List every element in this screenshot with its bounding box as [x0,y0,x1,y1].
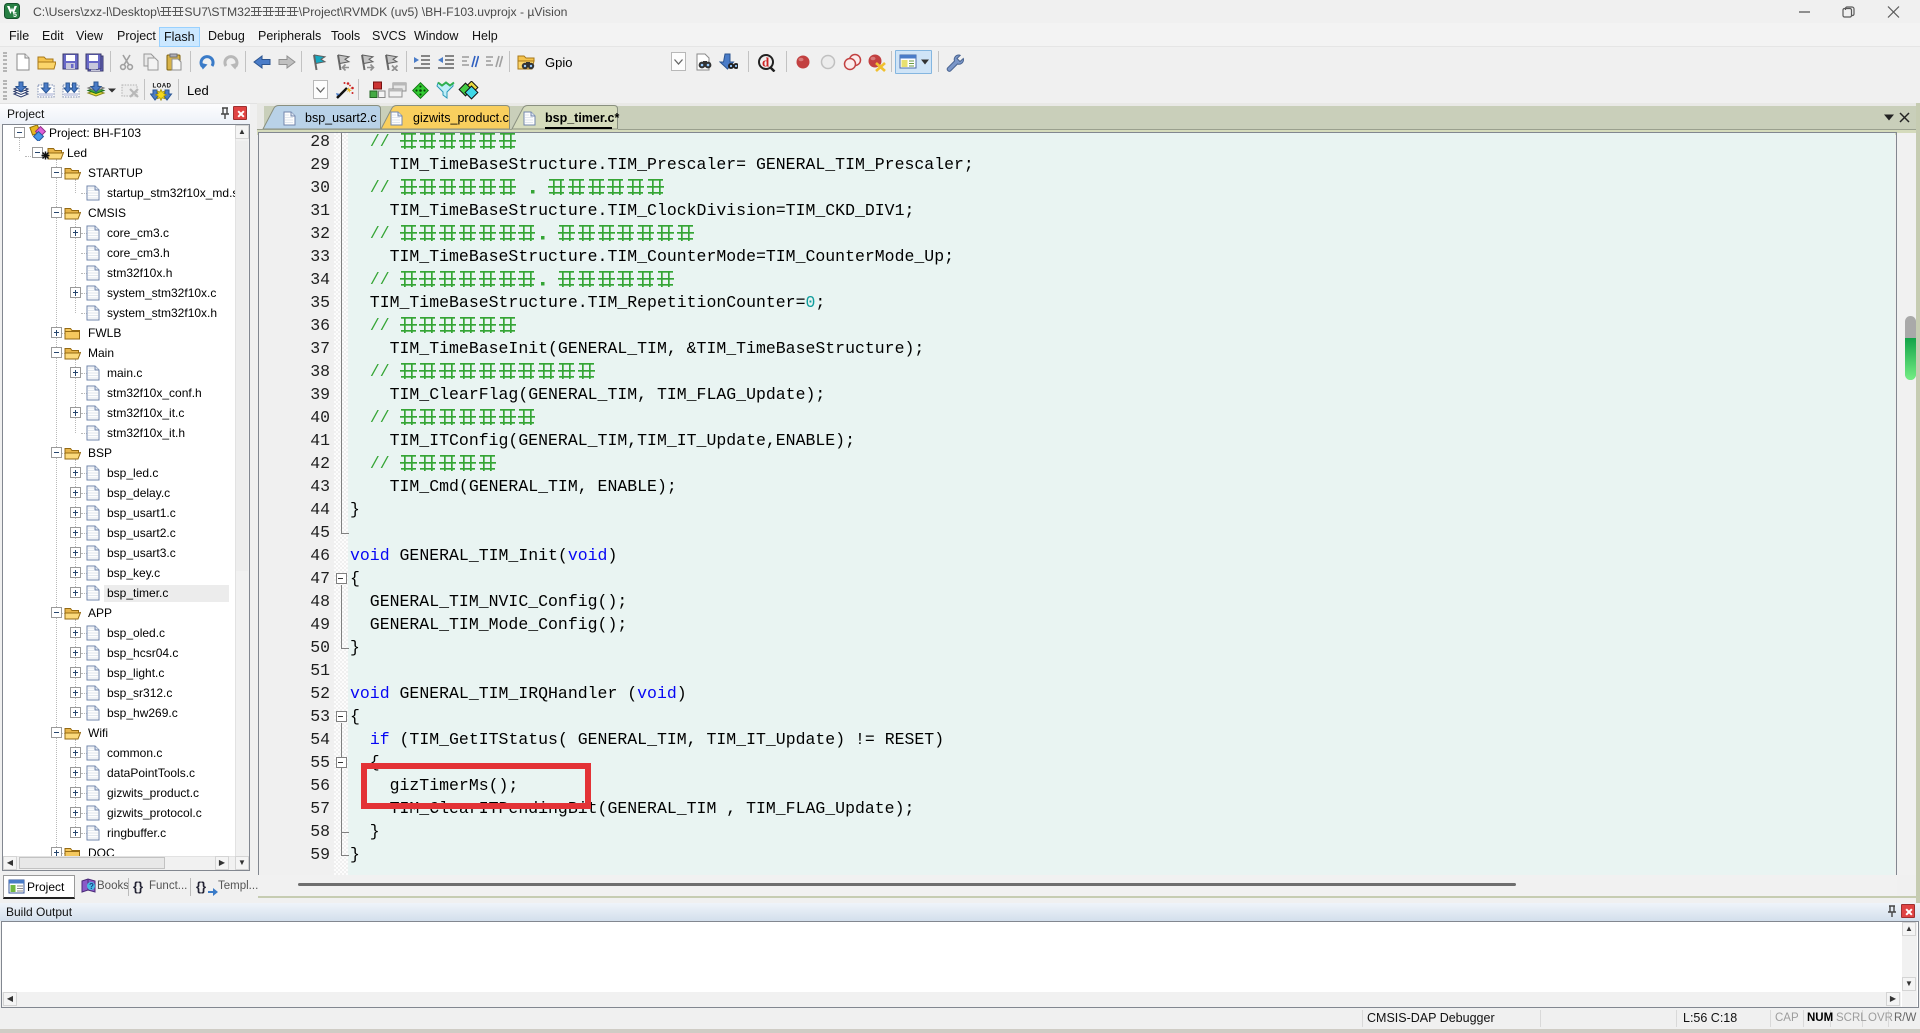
svg-text:LOAD: LOAD [153,83,172,90]
svg-text:?: ? [89,882,94,891]
svg-text:d: d [762,55,770,70]
svg-text:5: 5 [13,12,17,19]
